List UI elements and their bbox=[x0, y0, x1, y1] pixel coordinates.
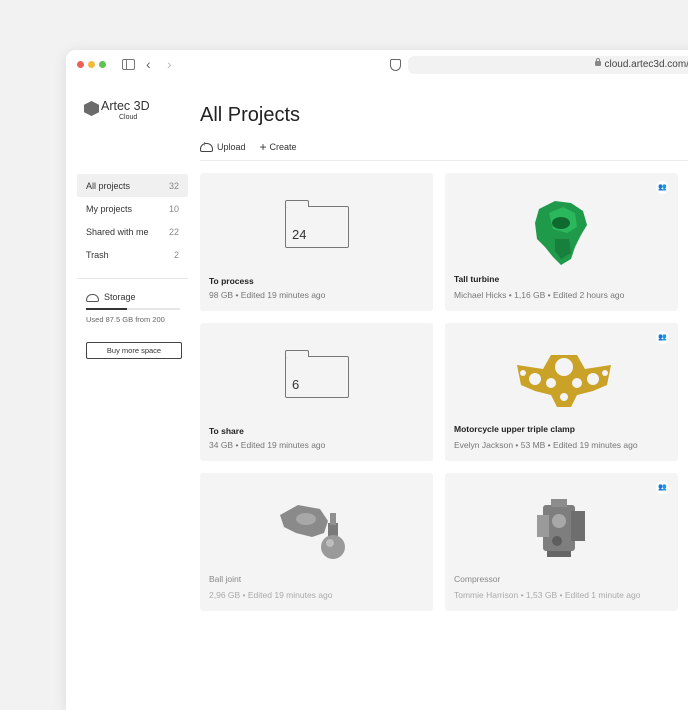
logo-brand: Artec 3D bbox=[101, 99, 150, 113]
project-card-compressor[interactable]: 👥 Compressor Tommie Harrison • 1,53 GB •… bbox=[445, 473, 678, 611]
cloud-icon bbox=[86, 294, 99, 302]
artec-hexagon-logo-icon bbox=[84, 101, 99, 116]
create-button[interactable]: + Create bbox=[259, 140, 297, 154]
card-title: Ball joint bbox=[209, 574, 242, 584]
minimize-window-button[interactable] bbox=[88, 61, 95, 68]
toolbar-divider bbox=[200, 160, 688, 161]
folder-icon: 6 bbox=[285, 350, 349, 398]
plus-icon: + bbox=[259, 140, 267, 154]
sidebar-item-count: 22 bbox=[168, 226, 179, 237]
maximize-window-button[interactable] bbox=[99, 61, 106, 68]
card-meta: 98 GB • Edited 19 minutes ago bbox=[209, 290, 326, 300]
project-card-tall-turbine[interactable]: 👥 Tall turbine Michael Hicks • 1,16 GB •… bbox=[445, 173, 678, 311]
create-label: Create bbox=[269, 142, 297, 152]
forward-arrow-icon[interactable]: › bbox=[167, 56, 172, 72]
upload-button[interactable]: Upload bbox=[200, 141, 246, 152]
sidebar-item-all-projects[interactable]: All projects 32 bbox=[77, 174, 188, 197]
sidebar-item-my-projects[interactable]: My projects 10 bbox=[77, 197, 188, 220]
card-meta: Evelyn Jackson • 53 MB • Edited 19 minut… bbox=[454, 440, 638, 450]
sidebar-toggle-icon[interactable] bbox=[122, 59, 135, 70]
storage-title: Storage bbox=[104, 292, 136, 302]
sidebar-menu: All projects 32 My projects 10 Shared wi… bbox=[77, 174, 188, 266]
storage-progress-fill bbox=[86, 308, 128, 310]
storage-progress-bar bbox=[86, 308, 180, 310]
main-content: All Projects Upload + Create 24 To proce… bbox=[200, 80, 688, 710]
shared-users-icon[interactable]: 👥 bbox=[656, 481, 669, 494]
card-title: To process bbox=[209, 276, 254, 286]
logo-sub: Cloud bbox=[119, 113, 138, 121]
compressor-thumbnail bbox=[537, 499, 585, 557]
shield-icon[interactable] bbox=[390, 59, 401, 71]
storage-used-text: Used 87.5 GB from 200 bbox=[86, 315, 165, 324]
card-meta: 34 GB • Edited 19 minutes ago bbox=[209, 440, 326, 450]
folder-count: 6 bbox=[292, 377, 300, 392]
card-meta: Michael Hicks • 1,16 GB • Edited 2 hours… bbox=[454, 290, 625, 300]
sidebar-item-label: Trash bbox=[86, 249, 109, 260]
upload-label: Upload bbox=[217, 142, 246, 152]
project-card-to-share[interactable]: 6 To share 34 GB • Edited 19 minutes ago bbox=[200, 323, 433, 461]
sidebar-item-count: 32 bbox=[168, 180, 179, 191]
address-bar[interactable]: cloud.artec3d.com/projects bbox=[408, 56, 688, 74]
sidebar: Artec 3D Cloud All projects 32 My projec… bbox=[66, 80, 196, 710]
card-title: Compressor bbox=[454, 574, 501, 584]
lock-icon bbox=[595, 58, 602, 66]
page-title: All Projects bbox=[200, 104, 301, 126]
folder-icon: 24 bbox=[285, 200, 349, 248]
card-meta: 2,96 GB • Edited 19 minutes ago bbox=[209, 590, 333, 600]
project-card-to-process[interactable]: 24 To process 98 GB • Edited 19 minutes … bbox=[200, 173, 433, 311]
card-title: Tall turbine bbox=[454, 274, 500, 284]
sidebar-item-count: 10 bbox=[168, 203, 179, 214]
buy-more-space-button[interactable]: Buy more space bbox=[86, 342, 182, 359]
project-card-motorcycle-clamp[interactable]: 👥 Motorcycle upper triple clamp Evelyn J… bbox=[445, 323, 678, 461]
card-title: Motorcycle upper triple clamp bbox=[454, 424, 575, 434]
sidebar-item-trash[interactable]: Trash 2 bbox=[77, 243, 188, 266]
card-meta: Tommie Harrison • 1,53 GB • Edited 1 min… bbox=[454, 590, 641, 600]
sidebar-divider bbox=[77, 278, 188, 279]
artec-logo[interactable]: Artec 3D Cloud bbox=[84, 100, 150, 121]
ball-joint-thumbnail bbox=[280, 505, 345, 559]
shared-users-icon[interactable]: 👥 bbox=[656, 181, 669, 194]
url-text: cloud.artec3d.com/projects bbox=[604, 59, 688, 70]
shared-users-icon[interactable]: 👥 bbox=[656, 331, 669, 344]
card-title: To share bbox=[209, 426, 244, 436]
browser-toolbar: ‹ › cloud.artec3d.com/projects bbox=[66, 50, 688, 80]
folder-count: 24 bbox=[292, 227, 307, 242]
close-window-button[interactable] bbox=[77, 61, 84, 68]
turbine-thumbnail bbox=[535, 201, 587, 265]
upload-icon bbox=[200, 141, 213, 152]
storage-panel: Storage Used 87.5 GB from 200 bbox=[86, 292, 180, 324]
sidebar-item-count: 2 bbox=[173, 249, 179, 260]
back-arrow-icon[interactable]: ‹ bbox=[146, 56, 151, 72]
project-toolbar: Upload + Create bbox=[200, 140, 311, 154]
clamp-thumbnail bbox=[517, 355, 611, 407]
sidebar-item-shared-with-me[interactable]: Shared with me 22 bbox=[77, 220, 188, 243]
sidebar-item-label: Shared with me bbox=[86, 226, 149, 237]
browser-window: ‹ › cloud.artec3d.com/projects Artec 3D … bbox=[66, 50, 688, 710]
project-card-ball-joint[interactable]: Ball joint 2,96 GB • Edited 19 minutes a… bbox=[200, 473, 433, 611]
sidebar-item-label: All projects bbox=[86, 180, 131, 191]
sidebar-item-label: My projects bbox=[86, 203, 133, 214]
